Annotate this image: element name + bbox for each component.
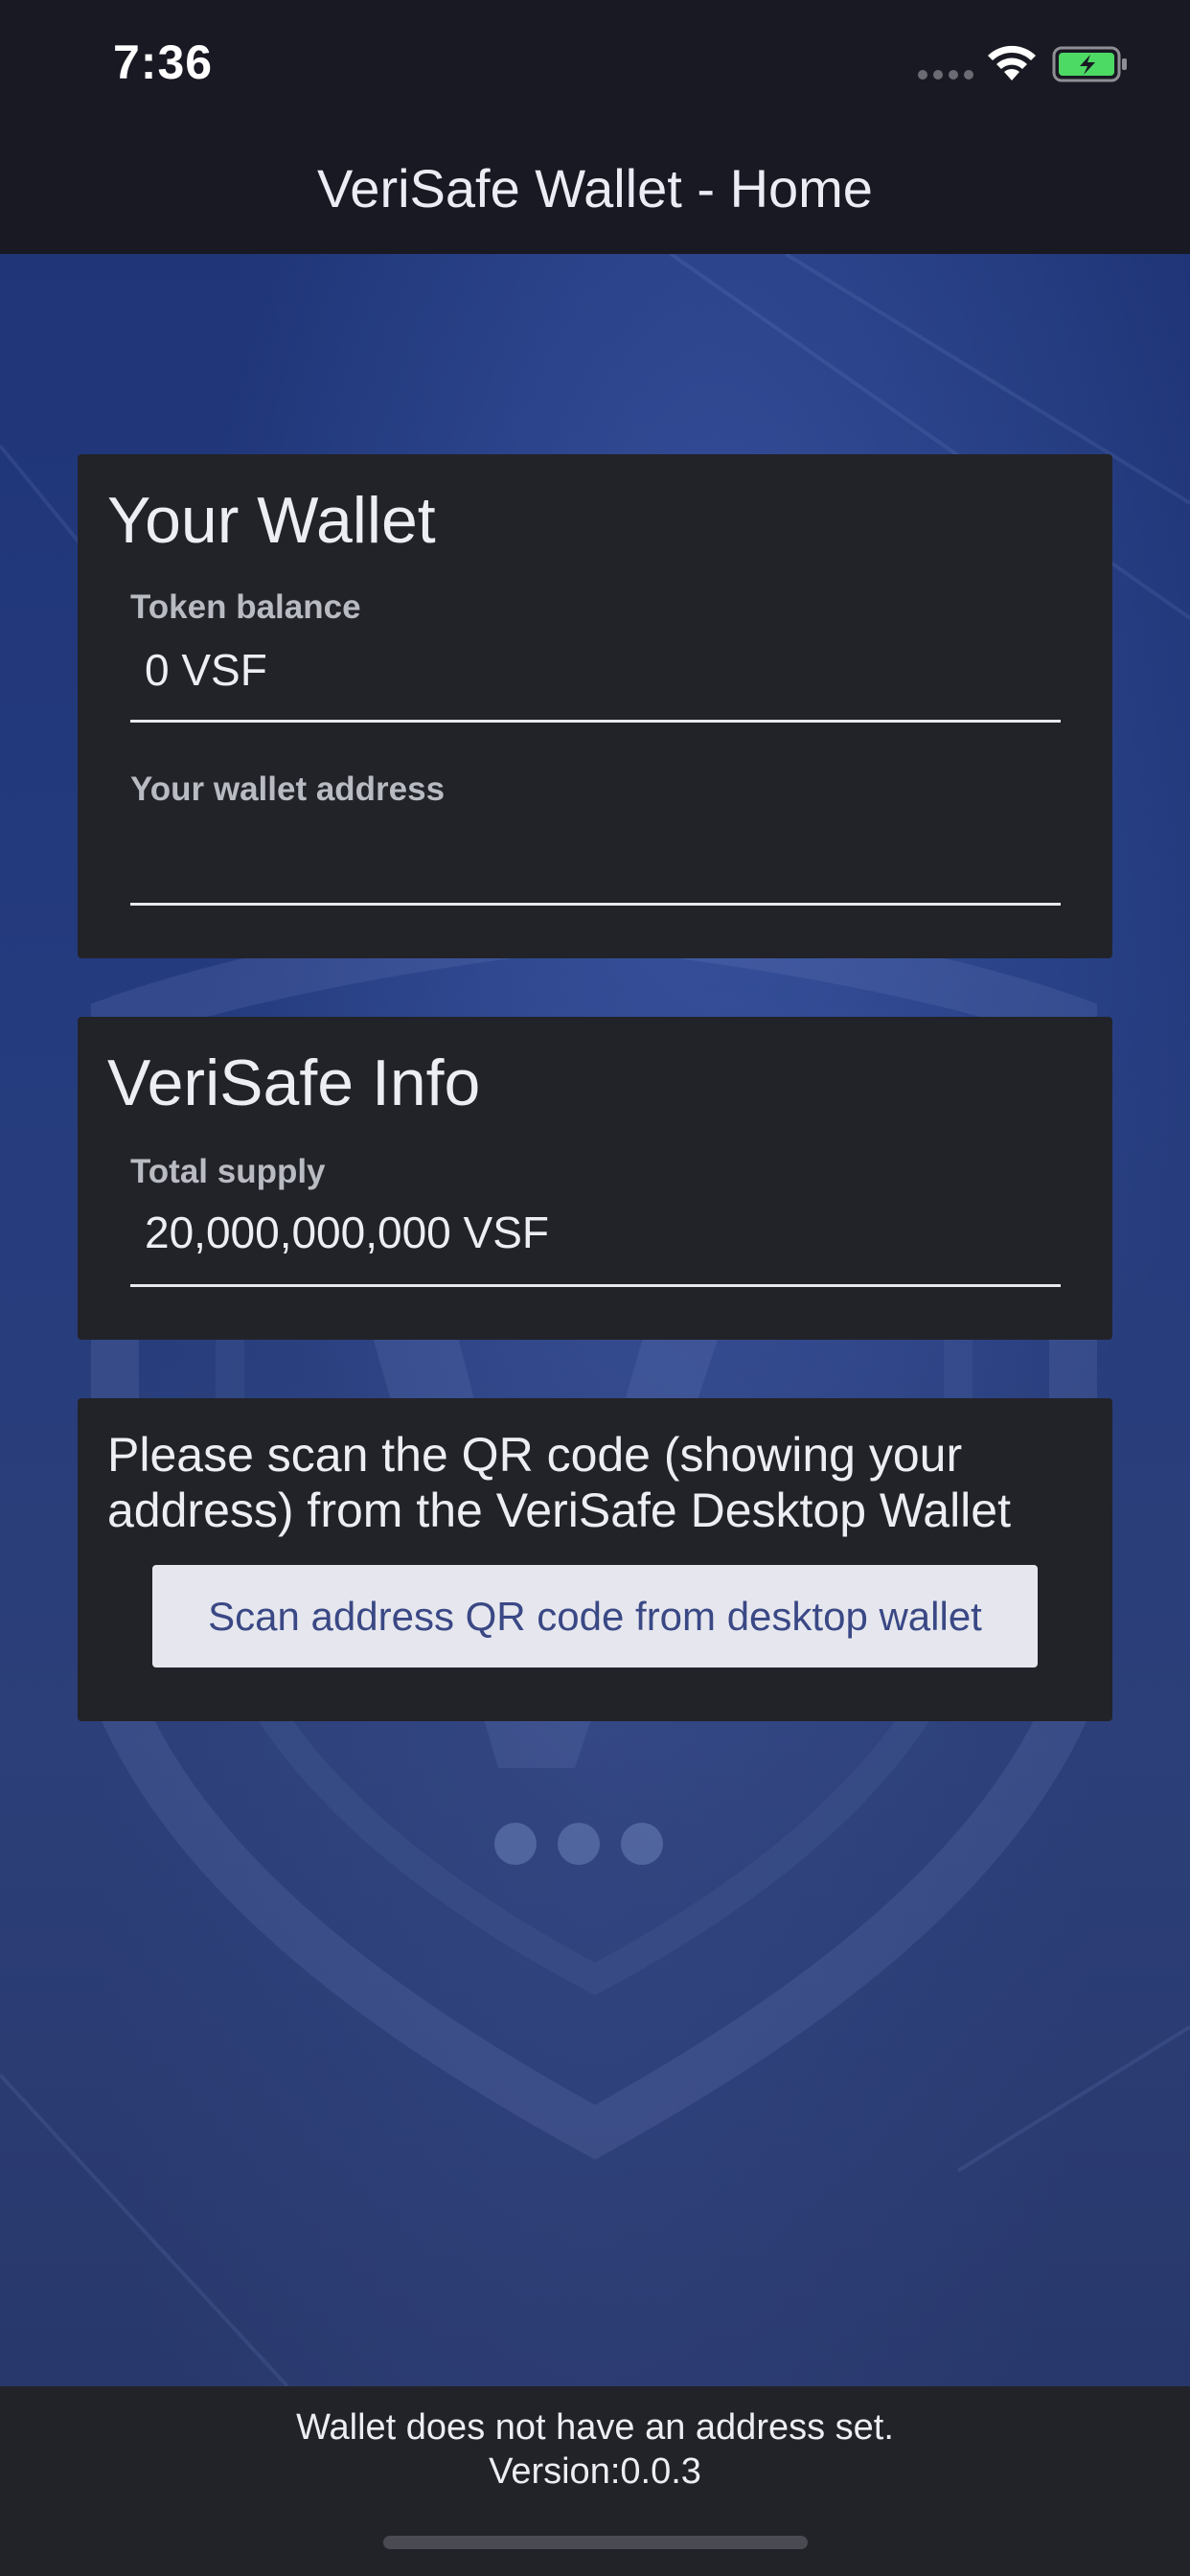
- wifi-icon: [988, 45, 1036, 80]
- home-indicator[interactable]: [383, 2536, 808, 2549]
- version-label: Version:0.0.3: [489, 2451, 701, 2492]
- token-balance-label: Token balance: [130, 588, 361, 626]
- status-bar: 7:36: [0, 0, 1190, 134]
- wallet-card-title: Your Wallet: [107, 484, 436, 557]
- loading-indicator: [494, 1823, 667, 1867]
- total-supply-value: 20,000,000,000 VSF: [145, 1208, 549, 1257]
- scan-qr-card: Please scan the QR code (showing your ad…: [78, 1398, 1112, 1721]
- wallet-status-message: Wallet does not have an address set.: [296, 2407, 894, 2448]
- scan-qr-button[interactable]: Scan address QR code from desktop wallet: [152, 1565, 1038, 1668]
- status-time: 7:36: [113, 35, 214, 89]
- battery-charging-icon: [1052, 46, 1127, 82]
- loading-dot: [558, 1823, 600, 1865]
- wallet-card: Your Wallet Token balance 0 VSF Your wal…: [78, 454, 1112, 958]
- page-title: VeriSafe Wallet - Home: [317, 158, 873, 218]
- verisafe-info-card: VeriSafe Info Total supply 20,000,000,00…: [78, 1017, 1112, 1340]
- scan-instruction-text: Please scan the QR code (showing your ad…: [107, 1428, 1011, 1537]
- signal-icon: [918, 70, 973, 80]
- wallet-address-underline: [130, 903, 1061, 906]
- token-balance-underline: [130, 720, 1061, 723]
- navigation-header: VeriSafe Wallet - Home: [0, 134, 1190, 256]
- loading-dot: [621, 1823, 663, 1865]
- token-balance-value: 0 VSF: [145, 645, 267, 695]
- info-card-title: VeriSafe Info: [107, 1046, 481, 1119]
- total-supply-label: Total supply: [130, 1153, 326, 1190]
- total-supply-underline: [130, 1284, 1061, 1287]
- wallet-address-label: Your wallet address: [130, 770, 446, 808]
- loading-dot: [494, 1823, 537, 1865]
